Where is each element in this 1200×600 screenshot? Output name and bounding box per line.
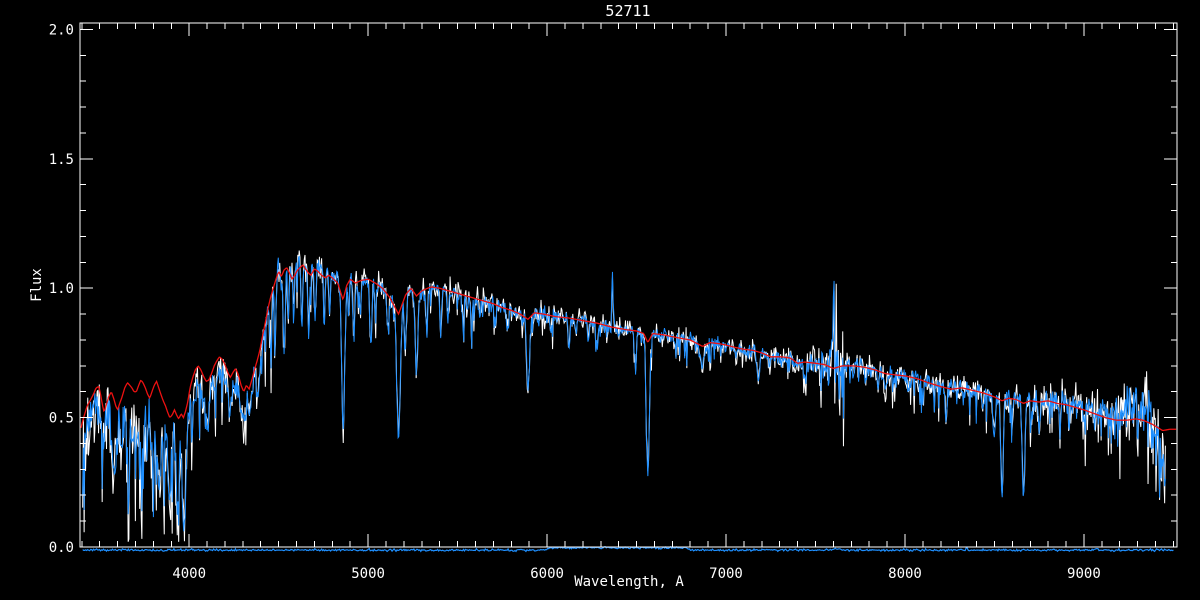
y-tick-label: 0.0 [49, 540, 74, 556]
x-tick-label: 7000 [709, 566, 743, 582]
x-axis-label: Wavelength, A [574, 574, 684, 590]
plot-background [0, 0, 1200, 600]
plot-title: 52711 [605, 2, 650, 20]
x-tick-label: 5000 [351, 566, 385, 582]
x-tick-label: 9000 [1067, 566, 1101, 582]
y-tick-label: 1.5 [49, 152, 74, 168]
x-tick-label: 8000 [888, 566, 922, 582]
y-axis-label: Flux [29, 268, 45, 302]
y-tick-label: 1.0 [49, 281, 74, 297]
x-tick-label: 4000 [172, 566, 206, 582]
x-tick-label: 6000 [530, 566, 564, 582]
y-tick-label: 0.5 [49, 411, 74, 427]
spectrum-plot: 4000 5000 6000 7000 8000 9000 0.0 0.5 1.0 1.5 2.0… [0, 0, 1200, 600]
y-tick-label: 2.0 [49, 23, 74, 39]
spectrum-figure: 4000 5000 6000 7000 8000 9000 0.0 0.5 1.0 1.5 2.0… [0, 0, 1200, 600]
